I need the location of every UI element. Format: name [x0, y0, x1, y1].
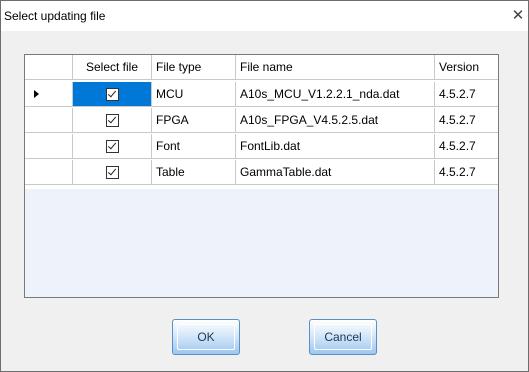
- version-cell: 4.5.2.7: [435, 134, 498, 159]
- file-name-cell: A10s_MCU_V1.2.2.1_nda.dat: [236, 82, 435, 107]
- row-header[interactable]: [25, 108, 73, 133]
- row-header[interactable]: [25, 160, 73, 185]
- file-name-cell: FontLib.dat: [236, 134, 435, 159]
- row-header[interactable]: [25, 82, 73, 107]
- select-file-cell[interactable]: [73, 108, 152, 133]
- column-header-file-name[interactable]: File name: [236, 55, 435, 80]
- file-type-cell: MCU: [152, 82, 236, 107]
- column-header-version[interactable]: Version: [435, 55, 498, 80]
- column-header-file-type[interactable]: File type: [152, 55, 236, 80]
- file-name-cell: A10s_FPGA_V4.5.2.5.dat: [236, 108, 435, 133]
- select-file-checkbox[interactable]: [105, 114, 119, 127]
- select-file-cell[interactable]: [73, 160, 152, 185]
- cancel-button-label: Cancel: [324, 330, 362, 344]
- file-type-cell: Font: [152, 134, 236, 159]
- ok-button[interactable]: OK: [172, 319, 240, 355]
- grid-header: Select file File type File name Version: [25, 55, 498, 81]
- table-row[interactable]: Table GammaTable.dat 4.5.2.7: [25, 160, 498, 186]
- table-row[interactable]: Font FontLib.dat 4.5.2.7: [25, 134, 498, 160]
- grid-empty-area: [25, 189, 498, 297]
- file-type-cell: FPGA: [152, 108, 236, 133]
- current-row-arrow-icon: [34, 90, 39, 98]
- title-bar[interactable]: Select updating file ✕: [1, 1, 528, 31]
- select-file-cell[interactable]: [73, 82, 152, 107]
- column-header-select-file[interactable]: Select file: [73, 55, 152, 80]
- file-type-cell: Table: [152, 160, 236, 185]
- file-name-cell: GammaTable.dat: [236, 160, 435, 185]
- cancel-button[interactable]: Cancel: [309, 319, 377, 355]
- select-updating-file-dialog: Select updating file ✕ Select file File …: [0, 0, 529, 372]
- select-file-checkbox[interactable]: [105, 88, 119, 101]
- row-header[interactable]: [25, 134, 73, 159]
- table-row[interactable]: MCU A10s_MCU_V1.2.2.1_nda.dat 4.5.2.7: [25, 82, 498, 108]
- close-icon[interactable]: ✕: [510, 8, 526, 24]
- select-file-checkbox[interactable]: [105, 166, 119, 179]
- version-cell: 4.5.2.7: [435, 82, 498, 107]
- select-file-checkbox[interactable]: [105, 140, 119, 153]
- ok-button-label: OK: [197, 330, 215, 344]
- file-grid: Select file File type File name Version …: [24, 54, 499, 298]
- version-cell: 4.5.2.7: [435, 108, 498, 133]
- dialog-title: Select updating file: [4, 9, 106, 23]
- table-row[interactable]: FPGA A10s_FPGA_V4.5.2.5.dat 4.5.2.7: [25, 108, 498, 134]
- select-file-cell[interactable]: [73, 134, 152, 159]
- row-header-column: [25, 55, 73, 80]
- version-cell: 4.5.2.7: [435, 160, 498, 185]
